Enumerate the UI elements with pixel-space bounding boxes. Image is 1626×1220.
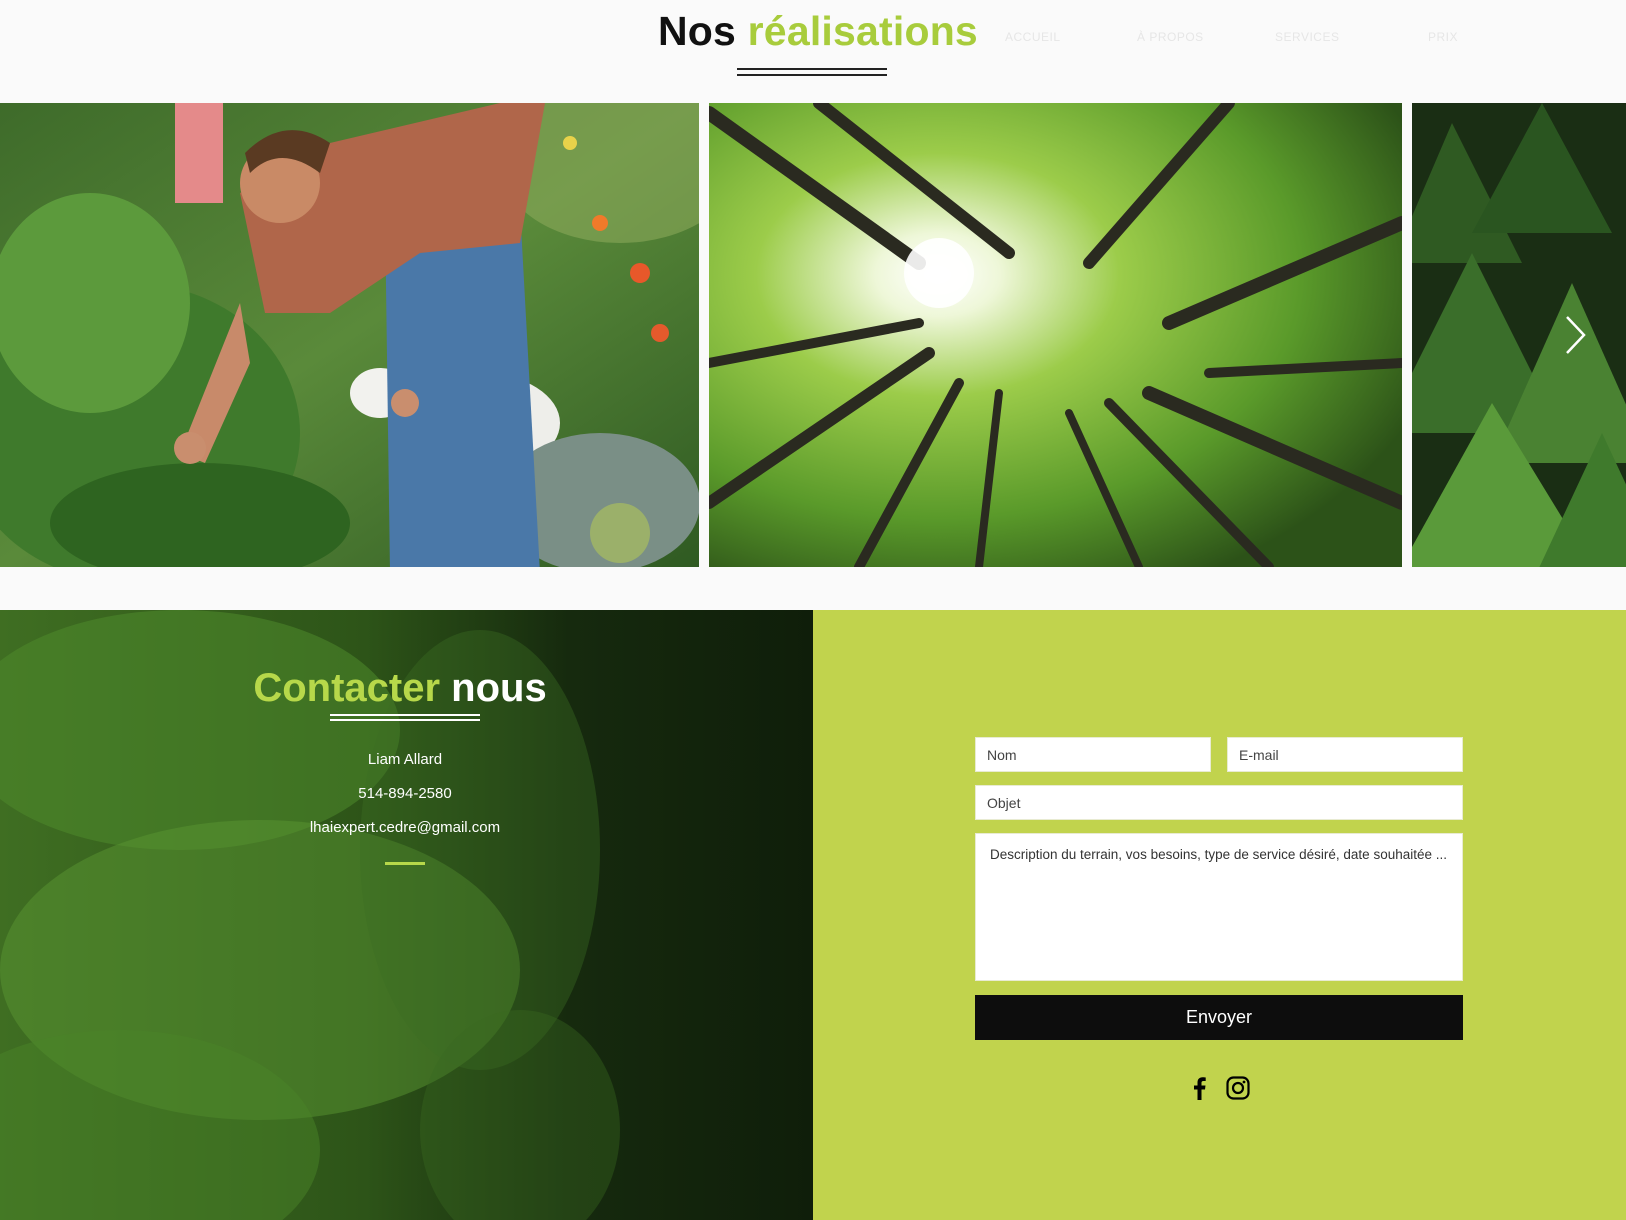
contact-title-underline [330, 714, 480, 721]
message-field[interactable]: Description du terrain, vos besoins, typ… [975, 833, 1463, 981]
nav-item-accueil[interactable]: ACCUEIL [1005, 30, 1061, 44]
gallery-slider [0, 103, 1626, 567]
facebook-icon[interactable] [1187, 1075, 1213, 1101]
header: Nos réalisations ACCUEIL À PROPOS SERVIC… [0, 0, 1626, 103]
forest-canopy-photo [709, 103, 1402, 567]
nav-bar: ACCUEIL À PROPOS SERVICES PRIX [0, 30, 1626, 50]
nav-item-a-propos[interactable]: À PROPOS [1137, 30, 1204, 44]
email-field[interactable]: E-mail [1227, 737, 1463, 772]
name-field[interactable]: Nom [975, 737, 1211, 772]
nav-item-prix[interactable]: PRIX [1428, 30, 1458, 44]
instagram-icon[interactable] [1225, 1075, 1251, 1101]
nav-item-services[interactable]: SERVICES [1275, 30, 1339, 44]
send-button[interactable]: Envoyer [975, 995, 1463, 1040]
page: Nos réalisations ACCUEIL À PROPOS SERVIC… [0, 0, 1626, 1220]
title-underline [737, 68, 887, 76]
contact-form-panel: Nom E-mail Objet Description du terrain,… [813, 610, 1626, 1220]
gallery-image-forest[interactable] [709, 103, 1402, 567]
subject-field[interactable]: Objet [975, 785, 1463, 820]
gardener-photo [0, 103, 699, 567]
contact-email: lhaiexpert.cedre@gmail.com [309, 819, 501, 836]
chevron-right-icon[interactable] [1562, 313, 1590, 357]
contact-title-green: Contacter [253, 666, 441, 710]
evergreen-photo [1412, 103, 1626, 567]
divider [385, 862, 425, 865]
gallery-image-gardener[interactable] [0, 103, 699, 567]
contact-name: Liam Allard [367, 751, 443, 768]
gallery-image-evergreen[interactable] [1412, 103, 1626, 567]
contact-info-panel: Contacter nous Liam Allard 514-894-2580 … [0, 610, 813, 1220]
contact-phone: 514-894-2580 [358, 785, 452, 802]
contact-title: Contacter nous [0, 666, 800, 711]
contact-title-white: nous [451, 666, 547, 710]
